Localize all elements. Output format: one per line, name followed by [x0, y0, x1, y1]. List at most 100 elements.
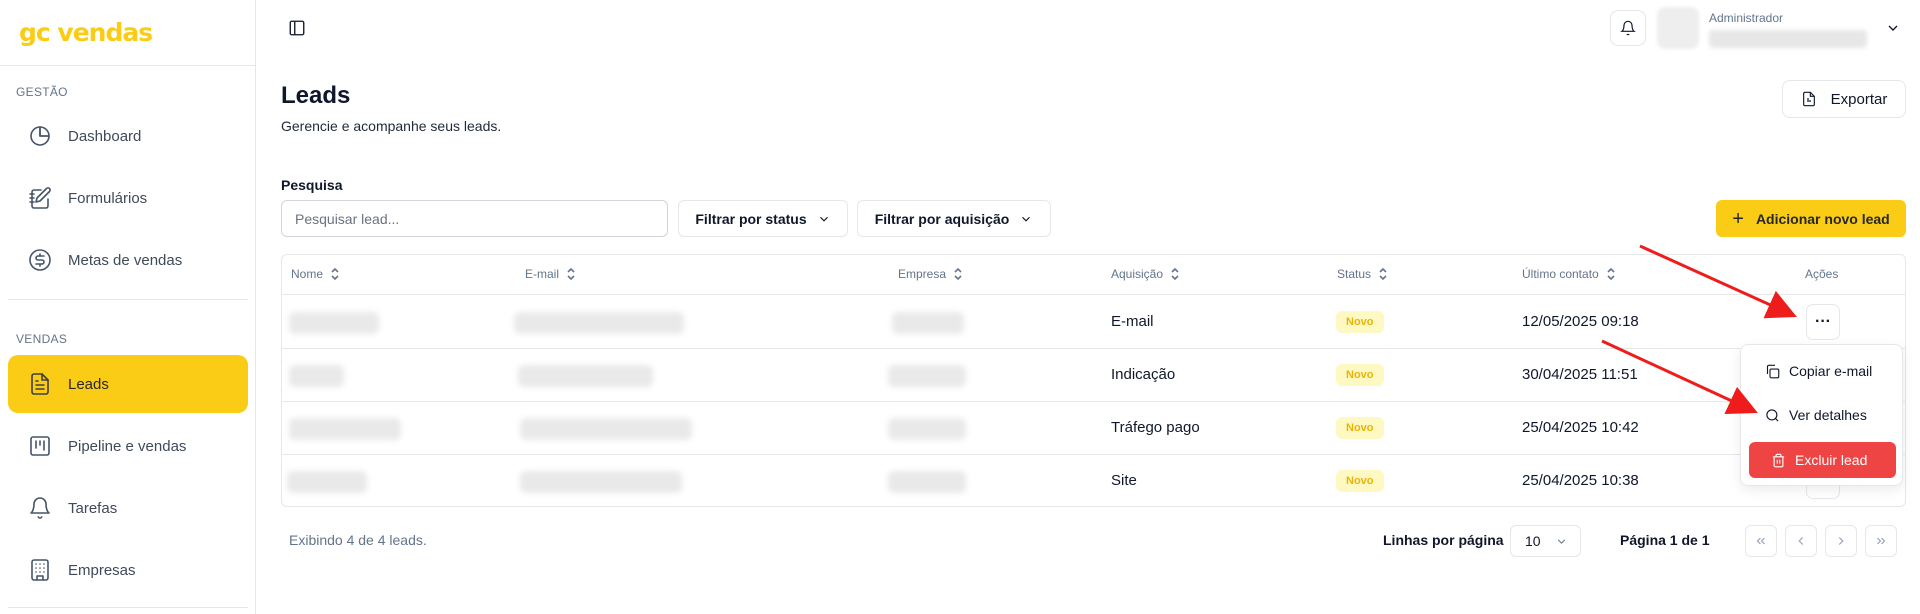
- view-details-menu-item[interactable]: Ver detalhes: [1749, 397, 1896, 433]
- notifications-button[interactable]: [1610, 10, 1646, 46]
- acquisition-filter-button[interactable]: Filtrar por aquisição: [857, 200, 1051, 237]
- panel-left-icon: [289, 20, 305, 36]
- acquisition-cell: Site: [1111, 472, 1137, 489]
- row-actions-button[interactable]: ···: [1806, 304, 1840, 340]
- building-icon: [28, 558, 52, 582]
- logo-area: gc vendas: [0, 0, 255, 66]
- bell-icon: [28, 496, 52, 520]
- page-subtitle: Gerencie e acompanhe seus leads.: [281, 118, 502, 134]
- next-page-button[interactable]: [1825, 525, 1857, 557]
- column-header-status[interactable]: Status: [1337, 267, 1389, 281]
- name-redacted: [289, 418, 401, 440]
- chevron-left-icon: [1798, 537, 1804, 545]
- showing-count: Exibindo 4 de 4 leads.: [289, 532, 427, 548]
- delete-lead-label: Excluir lead: [1795, 452, 1868, 468]
- sidebar-item-leads[interactable]: Leads: [8, 355, 248, 413]
- sidebar-item-label: Dashboard: [68, 127, 142, 145]
- acquisition-cell: E-mail: [1111, 313, 1154, 330]
- sidebar-divider: [8, 299, 248, 300]
- status-badge: Novo: [1336, 470, 1384, 492]
- company-redacted: [888, 418, 966, 440]
- trash-icon: [1772, 453, 1785, 467]
- sidebar-item-label: Metas de vendas: [68, 251, 183, 269]
- sidebar-divider: [8, 607, 248, 608]
- pie-chart-icon: [28, 124, 52, 148]
- status-badge: Novo: [1336, 311, 1384, 333]
- export-button[interactable]: Exportar: [1782, 80, 1906, 118]
- last-page-button[interactable]: [1865, 525, 1897, 557]
- add-lead-button[interactable]: + Adicionar novo lead: [1716, 200, 1906, 237]
- search-input[interactable]: [281, 200, 668, 237]
- company-redacted: [892, 312, 964, 334]
- file-export-icon: [1802, 91, 1815, 107]
- sidebar-item-pipeline[interactable]: Pipeline e vendas: [8, 417, 248, 475]
- rows-per-page-label: Linhas por página: [1383, 532, 1504, 548]
- column-header-nome[interactable]: Nome: [291, 267, 341, 281]
- copy-icon: [1766, 364, 1780, 378]
- column-header-email[interactable]: E-mail: [525, 267, 577, 281]
- chevron-right-icon: [1838, 537, 1844, 545]
- acquisition-cell: Tráfego pago: [1111, 419, 1200, 436]
- sidebar-item-formularios[interactable]: Formulários: [8, 169, 248, 227]
- last-contact-cell: 12/05/2025 09:18: [1522, 313, 1639, 330]
- column-header-aquisicao[interactable]: Aquisição: [1111, 267, 1181, 281]
- chevron-down-icon: [819, 216, 828, 222]
- page-info: Página 1 de 1: [1620, 532, 1710, 548]
- column-header-acoes: Ações: [1805, 267, 1839, 281]
- leads-table: Nome E-mail Empresa Aquisição Status Últ…: [281, 254, 1906, 507]
- sidebar-item-dashboard[interactable]: Dashboard: [8, 107, 248, 165]
- kanban-icon: [28, 434, 52, 458]
- chevrons-left-icon: [1756, 537, 1765, 545]
- user-menu-chevron-down-icon[interactable]: [1885, 20, 1901, 36]
- last-contact-cell: 25/04/2025 10:38: [1522, 472, 1639, 489]
- table-header: Nome E-mail Empresa Aquisição Status Últ…: [282, 255, 1905, 295]
- sort-icon: [331, 267, 339, 281]
- sidebar-item-empresas[interactable]: Empresas: [8, 541, 248, 599]
- email-redacted: [520, 418, 692, 440]
- table-row[interactable]: Site Novo 25/04/2025 10:38: [282, 455, 1905, 506]
- email-redacted: [514, 312, 684, 334]
- view-details-label: Ver detalhes: [1789, 407, 1867, 423]
- table-row[interactable]: Indicação Novo 30/04/2025 11:51: [282, 349, 1905, 402]
- sidebar-item-label: Tarefas: [68, 499, 118, 517]
- sidebar-item-label: Formulários: [68, 189, 148, 207]
- bell-icon: [1620, 20, 1636, 36]
- previous-page-button[interactable]: [1785, 525, 1817, 557]
- table-row[interactable]: E-mail Novo 12/05/2025 09:18 ···: [282, 296, 1905, 349]
- sort-icon: [1379, 267, 1387, 281]
- table-row[interactable]: Tráfego pago Novo 25/04/2025 10:42: [282, 402, 1905, 455]
- name-redacted: [289, 365, 344, 387]
- column-header-empresa[interactable]: Empresa: [898, 267, 964, 281]
- company-redacted: [888, 365, 966, 387]
- status-filter-button[interactable]: Filtrar por status: [678, 200, 848, 237]
- rows-per-page-select[interactable]: 10: [1510, 525, 1581, 557]
- sidebar-toggle-button[interactable]: [287, 18, 307, 38]
- avatar[interactable]: [1657, 7, 1699, 49]
- delete-lead-menu-item[interactable]: Excluir lead: [1749, 442, 1896, 478]
- sidebar-item-tarefas[interactable]: Tarefas: [8, 479, 248, 537]
- sidebar-item-metas[interactable]: Metas de vendas: [8, 231, 248, 289]
- sort-icon: [954, 267, 962, 281]
- name-redacted: [287, 471, 367, 493]
- status-badge: Novo: [1336, 364, 1384, 386]
- status-filter-label: Filtrar por status: [695, 210, 807, 227]
- name-redacted: [289, 312, 379, 334]
- column-header-ultimo-contato[interactable]: Último contato: [1522, 267, 1617, 281]
- last-contact-cell: 30/04/2025 11:51: [1522, 366, 1638, 383]
- file-text-icon: [28, 372, 52, 396]
- copy-email-menu-item[interactable]: Copiar e-mail: [1749, 353, 1896, 389]
- sort-icon: [1607, 267, 1615, 281]
- sort-icon: [567, 267, 575, 281]
- plus-icon: +: [1732, 207, 1744, 230]
- rows-per-page-value: 10: [1525, 533, 1541, 549]
- page-title: Leads: [281, 82, 351, 109]
- status-badge: Novo: [1336, 417, 1384, 439]
- add-lead-label: Adicionar novo lead: [1755, 210, 1890, 227]
- first-page-button[interactable]: [1745, 525, 1777, 557]
- section-label-vendas: VENDAS: [16, 332, 68, 346]
- user-role: Administrador: [1709, 11, 1784, 25]
- brand-logo[interactable]: gc vendas: [19, 18, 153, 47]
- row-actions-menu: Copiar e-mail Ver detalhes Excluir lead: [1740, 344, 1903, 486]
- sidebar-item-label: Pipeline e vendas: [68, 437, 187, 455]
- copy-email-label: Copiar e-mail: [1789, 363, 1873, 379]
